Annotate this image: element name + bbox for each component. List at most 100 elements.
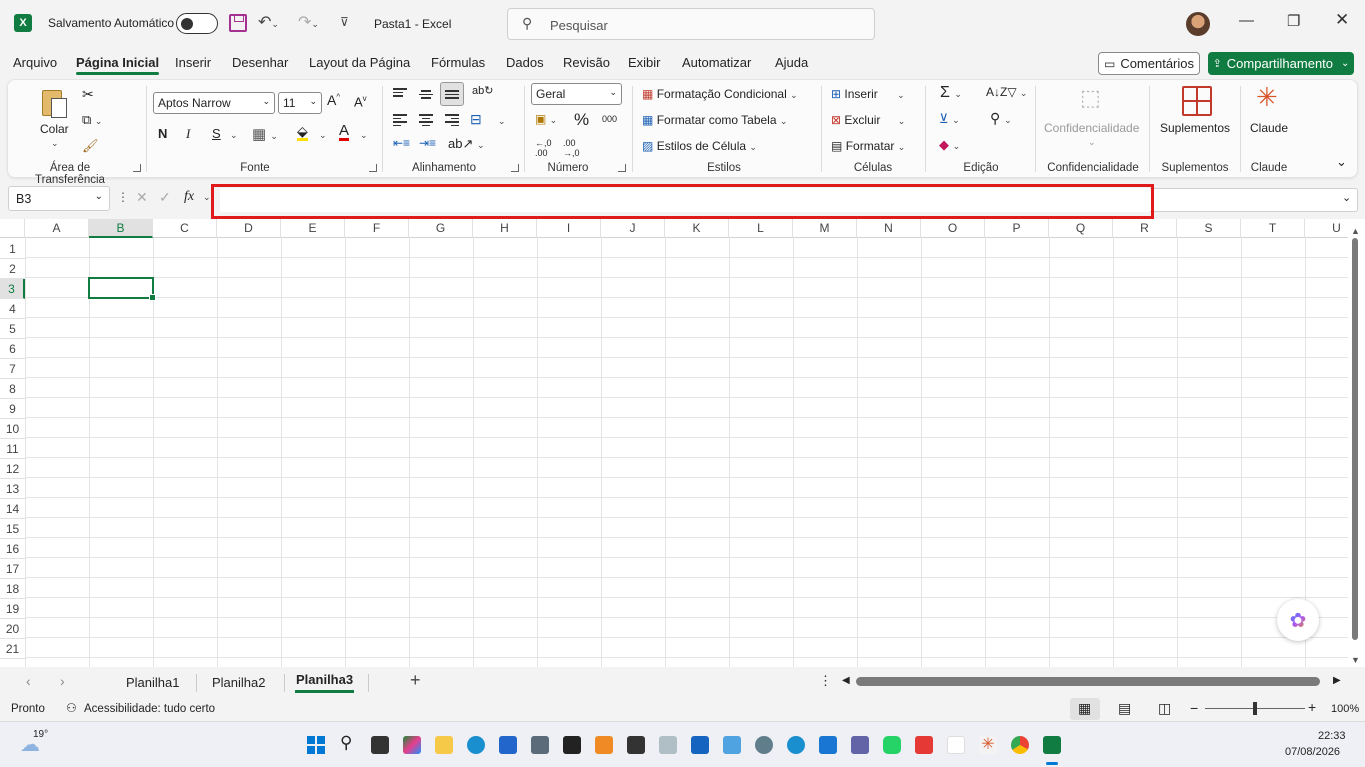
addins-button[interactable]: Suplementos: [1160, 121, 1230, 135]
more-icon[interactable]: ⋮: [117, 190, 129, 204]
orientation-icon[interactable]: ab↗ ⌄: [448, 136, 485, 152]
align-left-icon[interactable]: [393, 112, 407, 128]
number-launcher-icon[interactable]: [618, 164, 626, 172]
edge-profile-icon[interactable]: [787, 736, 805, 754]
app-icon-6[interactable]: [691, 736, 709, 754]
column-header[interactable]: S: [1177, 219, 1241, 238]
page-layout-view-icon[interactable]: ▤: [1118, 700, 1131, 717]
fill-color-chevron-icon[interactable]: ⌄: [319, 130, 327, 141]
sensitivity-chevron-icon[interactable]: ⌄: [1088, 137, 1096, 148]
column-header[interactable]: D: [217, 219, 281, 238]
undo-icon[interactable]: ↶⌄: [258, 12, 279, 32]
increase-decimal-icon[interactable]: ←,0.00: [535, 138, 552, 158]
column-header[interactable]: K: [665, 219, 729, 238]
fill-color-icon[interactable]: ⬙: [297, 124, 308, 141]
alignment-launcher-icon[interactable]: [511, 164, 519, 172]
tab-desenhar[interactable]: Desenhar: [232, 55, 288, 70]
horizontal-scrollbar[interactable]: [856, 677, 1320, 686]
font-launcher-icon[interactable]: [369, 164, 377, 172]
column-header[interactable]: F: [345, 219, 409, 238]
app-icon-1[interactable]: [531, 736, 549, 754]
file-explorer-icon[interactable]: [435, 736, 453, 754]
row-header[interactable]: 13: [0, 479, 25, 499]
copy-icon[interactable]: ⧉ ⌄: [82, 112, 102, 128]
edge-icon[interactable]: [467, 736, 485, 754]
search-box[interactable]: ⚲ Pesquisar: [507, 8, 875, 40]
bold-button[interactable]: N: [158, 126, 167, 141]
row-header[interactable]: 20: [0, 619, 25, 639]
app-icon-8[interactable]: [819, 736, 837, 754]
whatsapp-icon[interactable]: [883, 736, 901, 754]
font-color-chevron-icon[interactable]: ⌄: [360, 130, 368, 141]
claude-app-icon[interactable]: ✳: [979, 736, 997, 754]
teams-icon[interactable]: [851, 736, 869, 754]
tab-automatizar[interactable]: Automatizar: [682, 55, 751, 70]
vertical-scroll-thumb[interactable]: [1352, 238, 1358, 640]
page-break-view-icon[interactable]: ◫: [1158, 700, 1171, 717]
app-icon-2[interactable]: [563, 736, 581, 754]
task-view-icon[interactable]: [371, 736, 389, 754]
windows-start-icon[interactable]: [307, 736, 325, 754]
underline-chevron-icon[interactable]: ⌄: [230, 130, 238, 141]
column-header[interactable]: G: [409, 219, 473, 238]
column-header[interactable]: R: [1113, 219, 1177, 238]
borders-icon[interactable]: ▦ ⌄: [252, 125, 278, 143]
taskbar-search-icon[interactable]: ⚲: [340, 733, 352, 753]
tab-exibir[interactable]: Exibir: [628, 55, 661, 70]
align-middle-icon[interactable]: [419, 88, 433, 101]
sensitivity-button[interactable]: Confidencialidade: [1044, 121, 1139, 135]
active-cell[interactable]: [88, 277, 156, 301]
tab-arquivo[interactable]: Arquivo: [13, 55, 57, 70]
enter-icon[interactable]: ✓: [159, 189, 171, 206]
tab-inserir[interactable]: Inserir: [175, 55, 211, 70]
row-header[interactable]: 21: [0, 639, 25, 659]
worksheet-grid[interactable]: ABCDEFGHIJKLMNOPQRSTU 1 2 3 4 5 6 7 8 9 10 11 12 13 1…: [0, 219, 1365, 667]
zoom-out-icon[interactable]: −: [1190, 700, 1198, 716]
font-name-select[interactable]: Aptos Narrow ⌄: [153, 92, 275, 114]
weather-temp[interactable]: 19°: [33, 729, 48, 740]
scroll-left-icon[interactable]: ◀: [842, 675, 850, 686]
ms-store-icon[interactable]: [499, 736, 517, 754]
underline-button[interactable]: S: [212, 126, 221, 141]
clock-time[interactable]: 22:33: [1318, 730, 1346, 742]
clock-date[interactable]: 07/08/2026: [1285, 746, 1340, 758]
sensitivity-icon[interactable]: ⬚: [1080, 85, 1101, 111]
column-header[interactable]: T: [1241, 219, 1305, 238]
claude-icon[interactable]: ✳: [1256, 82, 1278, 113]
fx-chevron-icon[interactable]: ⌄: [203, 192, 211, 203]
zoom-in-icon[interactable]: +: [1308, 699, 1316, 715]
addins-icon[interactable]: [1182, 86, 1212, 116]
accessibility-status[interactable]: Acessibilidade: tudo certo: [84, 703, 215, 715]
align-right-icon[interactable]: [445, 112, 459, 128]
autosave-toggle[interactable]: [176, 13, 218, 34]
app-icon-10[interactable]: [947, 736, 965, 754]
row-header[interactable]: 15: [0, 519, 25, 539]
chrome-icon[interactable]: [1011, 736, 1029, 754]
accounting-format-icon[interactable]: ▣ ⌄: [535, 112, 557, 126]
app-icon-5[interactable]: [659, 736, 677, 754]
thousands-separator-icon[interactable]: 000: [602, 114, 617, 124]
settings-icon[interactable]: [755, 736, 773, 754]
cut-icon[interactable]: ✂: [82, 86, 94, 103]
row-header[interactable]: 18: [0, 579, 25, 599]
row-header[interactable]: 16: [0, 539, 25, 559]
column-header[interactable]: M: [793, 219, 857, 238]
minimize-icon[interactable]: —: [1239, 12, 1254, 29]
zoom-level[interactable]: 100%: [1331, 703, 1359, 715]
cell-styles-button[interactable]: ▨ Estilos de Célula ⌄: [642, 139, 757, 153]
close-icon[interactable]: ✕: [1335, 10, 1349, 30]
add-sheet-icon[interactable]: +: [410, 670, 421, 691]
delete-cells-button[interactable]: ⊠ Excluir ⌄: [831, 113, 905, 127]
vertical-scrollbar[interactable]: [1350, 235, 1360, 665]
column-header[interactable]: L: [729, 219, 793, 238]
clear-icon[interactable]: ◆ ⌄: [939, 137, 960, 153]
paste-chevron-icon[interactable]: ⌄: [51, 138, 59, 149]
collapse-ribbon-icon[interactable]: ⌄: [1336, 154, 1347, 170]
name-box[interactable]: B3 ⌄: [8, 186, 110, 211]
row-header[interactable]: 8: [0, 379, 25, 399]
row-header[interactable]: 10: [0, 419, 25, 439]
row-header[interactable]: 19: [0, 599, 25, 619]
autosum-icon[interactable]: Σ ⌄: [940, 84, 962, 102]
tab-dados[interactable]: Dados: [506, 55, 544, 70]
tab-revisao[interactable]: Revisão: [563, 55, 610, 70]
